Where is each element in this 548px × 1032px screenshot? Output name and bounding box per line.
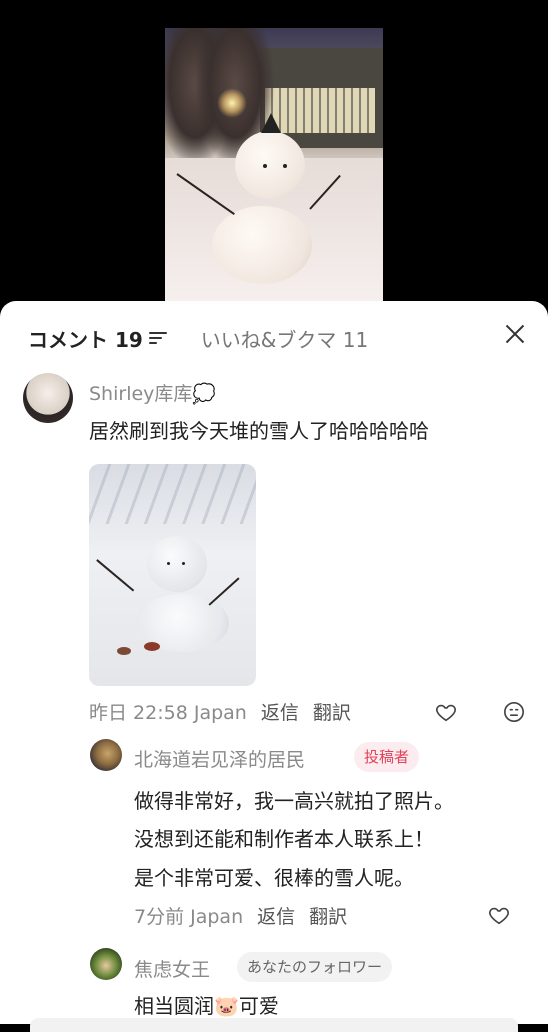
reply-button[interactable]: 返信 [257, 902, 295, 929]
comment-time: 7分前 Japan [134, 906, 244, 928]
snowman-eye [182, 562, 185, 565]
comment-sheet: コメント 19 いいね&ブクマ 11 Shirley库库💭 居然刷到我今天堆的雪… [0, 301, 548, 1032]
tab-comments[interactable]: コメント 19 [28, 324, 143, 353]
post-photo[interactable] [165, 28, 383, 308]
translate-button[interactable]: 翻訳 [313, 698, 351, 725]
tab-likes-bookmarks[interactable]: いいね&ブクマ 11 [201, 324, 368, 353]
snowman-eye [263, 164, 267, 168]
snowman-body [212, 206, 312, 284]
follower-badge: あなたのフォロワー [237, 952, 393, 982]
snowman-arm [96, 559, 135, 592]
street-lamp [217, 88, 247, 118]
snowman-head [147, 536, 207, 592]
avatar[interactable] [90, 948, 122, 980]
author-badge: 投稿者 [354, 742, 420, 772]
sort-icon[interactable] [148, 331, 167, 345]
comment-username[interactable]: 焦虑女王 [134, 955, 210, 982]
tree-shadows [89, 464, 256, 524]
snowman-head [235, 131, 305, 199]
snowman-eye [167, 562, 170, 565]
comment-input-bar[interactable] [30, 1018, 518, 1032]
reply-button[interactable]: 返信 [261, 698, 299, 725]
comment-image[interactable] [89, 464, 256, 686]
avatar[interactable] [90, 739, 122, 771]
comment-meta: 昨日 22:58 Japan 返信 翻訳 [89, 698, 351, 725]
comment-text-line: 做得非常好，我一高兴就拍了照片。 [134, 789, 454, 813]
comment-meta: 7分前 Japan 返信 翻訳 [134, 902, 347, 929]
comment-tabs: コメント 19 いいね&ブクマ 11 [28, 323, 368, 353]
avatar[interactable] [23, 373, 73, 423]
translate-button[interactable]: 翻訳 [309, 902, 347, 929]
comment-text-line: 是个非常可爱、很棒的雪人呢。 [134, 866, 414, 890]
comment-text: 居然刷到我今天堆的雪人了哈哈哈哈哈 [89, 419, 429, 443]
snowman-arm [208, 577, 240, 606]
comment-username[interactable]: 北海道岩见泽的居民 [134, 745, 305, 772]
snowman-eye [283, 164, 287, 168]
leaf [144, 642, 160, 651]
comment-text-line: 没想到还能和制作者本人联系上！ [134, 827, 434, 851]
leaf [117, 647, 131, 655]
snowman-hat [261, 113, 281, 133]
building-windows [265, 88, 375, 133]
close-icon[interactable] [504, 323, 526, 345]
heart-icon[interactable] [488, 904, 510, 926]
heart-icon[interactable] [435, 701, 457, 723]
comment-username[interactable]: Shirley库库💭 [89, 379, 216, 406]
emoji-react-icon[interactable] [503, 701, 525, 723]
comment-time: 昨日 22:58 Japan [89, 702, 247, 724]
